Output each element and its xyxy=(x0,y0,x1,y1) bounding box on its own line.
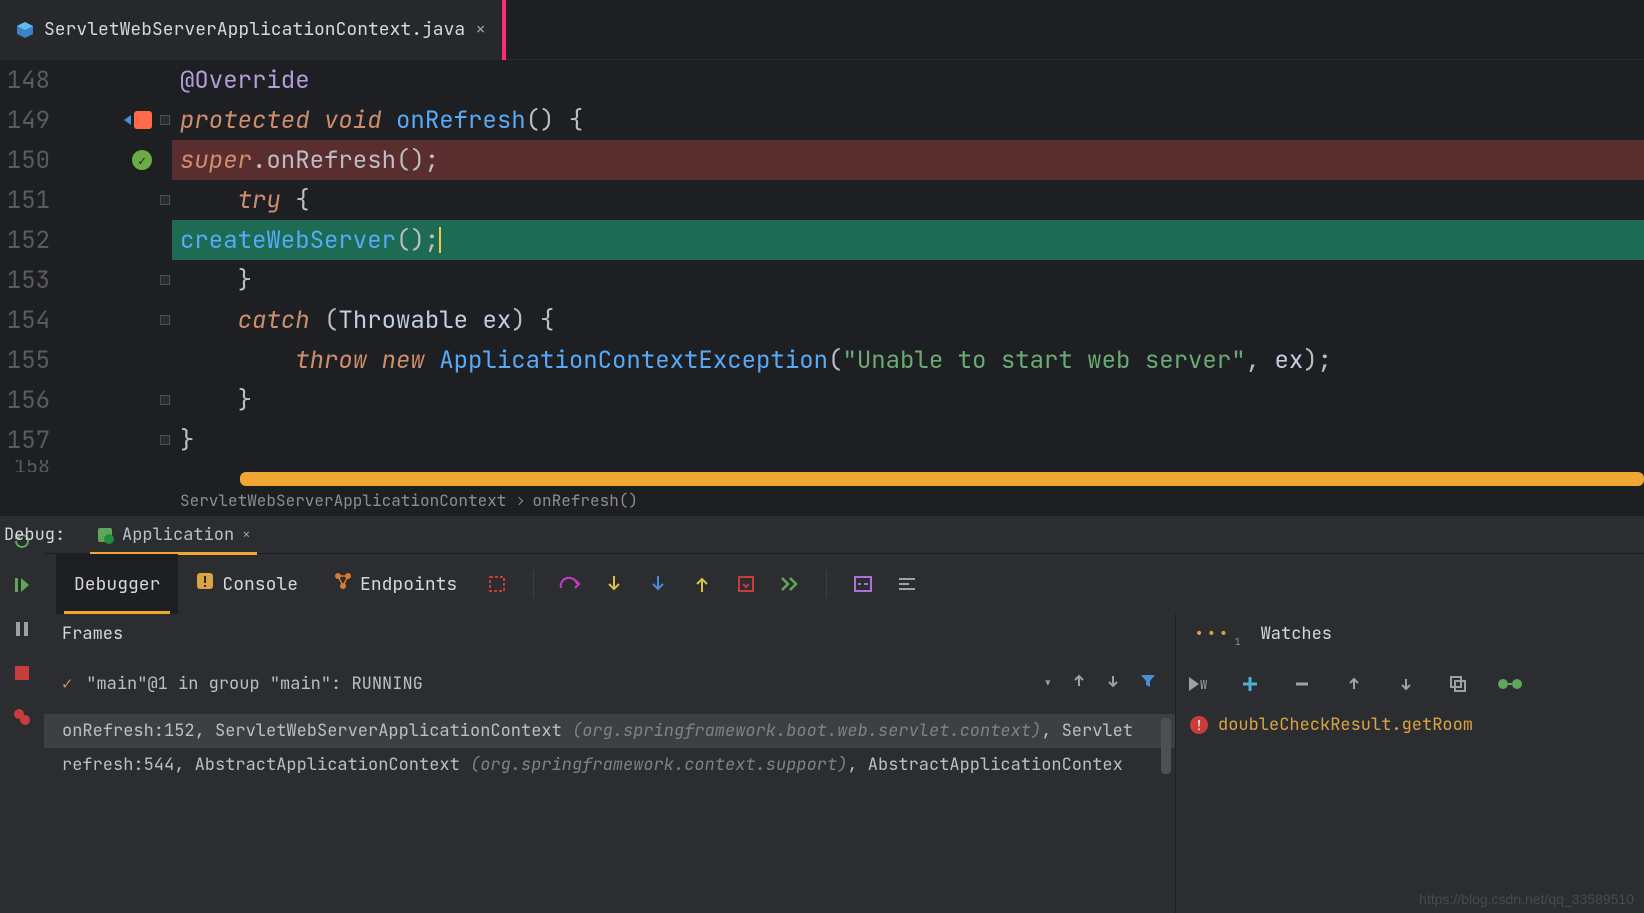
error-icon: ! xyxy=(1190,716,1208,734)
debug-rail xyxy=(0,516,44,913)
watches-toolbar: W xyxy=(1176,654,1644,714)
tab-accent-indicator xyxy=(502,0,506,60)
step-over-button[interactable] xyxy=(556,570,584,598)
tab-debugger[interactable]: Debugger xyxy=(56,554,178,614)
tab-endpoints[interactable]: Endpoints xyxy=(316,554,475,614)
dropdown-icon[interactable]: ▾ xyxy=(1043,673,1053,695)
horizontal-scrollbar[interactable] xyxy=(240,472,1644,486)
caret xyxy=(439,227,441,253)
remove-watch-button[interactable] xyxy=(1288,670,1316,698)
new-watch-play-button[interactable]: W xyxy=(1184,670,1212,698)
vertical-scrollbar[interactable] xyxy=(1161,718,1171,774)
force-step-into-button[interactable] xyxy=(644,570,672,598)
glasses-icon[interactable] xyxy=(1496,670,1524,698)
move-up-button[interactable] xyxy=(1340,670,1368,698)
show-execution-point-button[interactable] xyxy=(483,570,511,598)
watches-label: Watches xyxy=(1241,623,1644,645)
editor-tab[interactable]: ServletWebServerApplicationContext.java … xyxy=(0,0,502,60)
watch-expression-error[interactable]: ! doubleCheckResult.getRoom xyxy=(1176,714,1644,736)
frames-label: Frames xyxy=(44,614,1175,654)
fold-icon xyxy=(160,115,170,125)
more-icon[interactable]: ••• xyxy=(1194,623,1231,645)
code-line: 149 protected void onRefresh() { xyxy=(0,100,1644,140)
filter-icon[interactable] xyxy=(1139,672,1157,696)
trace-current-stream-button[interactable] xyxy=(893,570,921,598)
code-line: 151 try { xyxy=(0,180,1644,220)
run-config-icon xyxy=(96,526,114,544)
stop-button[interactable] xyxy=(11,662,33,684)
run-to-cursor-button[interactable] xyxy=(776,570,804,598)
resume-button[interactable] xyxy=(11,574,33,596)
fold-icon xyxy=(160,195,170,205)
step-into-button[interactable] xyxy=(600,570,628,598)
pause-button[interactable] xyxy=(11,618,33,640)
close-icon[interactable]: × xyxy=(242,526,250,544)
next-frame-button[interactable] xyxy=(1105,673,1121,695)
evaluate-expression-button[interactable] xyxy=(849,570,877,598)
debug-label: Debug: xyxy=(4,524,72,546)
drop-frame-button[interactable] xyxy=(732,570,760,598)
fold-icon xyxy=(160,395,170,405)
breadcrumb[interactable]: ServletWebServerApplicationContext onRef… xyxy=(0,486,1644,515)
code-editor[interactable]: 148 @Override 149 protected void onRefre… xyxy=(0,60,1644,515)
prev-frame-button[interactable] xyxy=(1071,673,1087,695)
code-line: 150 ✓ super.onRefresh(); xyxy=(0,140,1644,180)
tab-filename: ServletWebServerApplicationContext.java xyxy=(44,18,465,41)
svg-text:W: W xyxy=(1200,677,1207,693)
duplicate-button[interactable] xyxy=(1444,670,1472,698)
fold-icon xyxy=(160,275,170,285)
tab-console[interactable]: Console xyxy=(178,554,316,614)
endpoints-icon xyxy=(334,572,352,596)
check-icon: ✓ xyxy=(62,673,72,695)
frames-list[interactable]: onRefresh:152, ServletWebServerApplicati… xyxy=(44,714,1175,782)
code-line: 156 } xyxy=(0,380,1644,420)
debug-session-tab[interactable]: Application × xyxy=(90,516,257,554)
code-line: 153 } xyxy=(0,260,1644,300)
step-out-button[interactable] xyxy=(688,570,716,598)
move-down-button[interactable] xyxy=(1392,670,1420,698)
code-line: 158 xyxy=(0,460,1644,472)
fold-icon xyxy=(160,435,170,445)
add-watch-button[interactable] xyxy=(1236,670,1264,698)
code-line-current: 152 createWebServer(); xyxy=(0,220,1644,260)
code-line: 155 throw new ApplicationContextExceptio… xyxy=(0,340,1644,380)
frames-pane: Frames ✓ "main"@1 in group "main": RUNNI… xyxy=(44,614,1176,913)
stack-frame: refresh:544, AbstractApplicationContext … xyxy=(44,748,1175,782)
code-line: 148 @Override xyxy=(0,60,1644,100)
debug-tool-window: Debug: Application × Debugger Console En… xyxy=(0,515,1644,913)
editor-tab-bar: ServletWebServerApplicationContext.java … xyxy=(0,0,1644,60)
stack-frame: onRefresh:152, ServletWebServerApplicati… xyxy=(44,714,1175,748)
debug-toolbar: Debugger Console Endpoints xyxy=(44,554,1644,614)
check-icon: ✓ xyxy=(132,150,152,170)
code-line: 157 } xyxy=(0,420,1644,460)
watermark-url: https://blog.csdn.net/qq_33589510 xyxy=(1419,891,1634,907)
view-breakpoints-button[interactable] xyxy=(11,706,33,728)
override-gutter-icon xyxy=(134,111,152,129)
java-file-icon xyxy=(16,21,34,39)
code-line: 154 catch (Throwable ex) { xyxy=(0,300,1644,340)
debug-header: Debug: Application × xyxy=(44,516,1644,554)
warning-icon xyxy=(196,572,214,596)
thread-selector[interactable]: ✓ "main"@1 in group "main": RUNNING ▾ xyxy=(44,654,1175,714)
watches-pane: •••1 Watches W ! doubleCheckResult.getRo… xyxy=(1176,614,1644,913)
fold-icon xyxy=(160,315,170,325)
close-icon[interactable]: × xyxy=(475,18,486,41)
chevron-right-icon xyxy=(515,496,523,504)
